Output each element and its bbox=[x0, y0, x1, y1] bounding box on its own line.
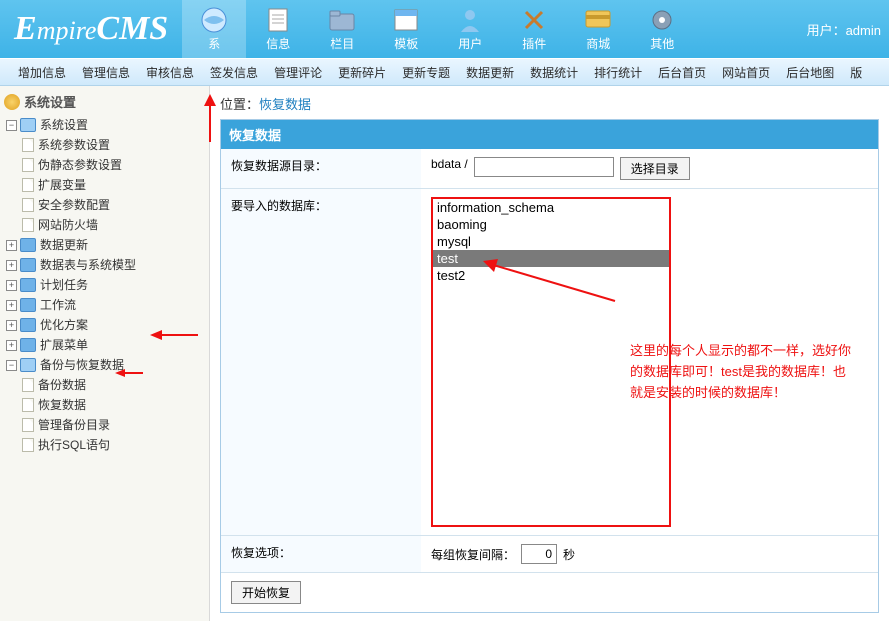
subnav-manage[interactable]: 管理信息 bbox=[82, 64, 130, 81]
plugin-icon bbox=[520, 7, 548, 33]
file-icon bbox=[22, 378, 34, 392]
tree-workflow[interactable]: +工作流 bbox=[6, 295, 205, 315]
db-option[interactable]: baoming bbox=[433, 216, 669, 233]
tree-data-model[interactable]: +数据表与系统模型 bbox=[6, 255, 205, 275]
db-label: 要导入的数据库： bbox=[221, 189, 421, 535]
tree-item[interactable]: 系统参数设置 bbox=[22, 135, 205, 155]
top-bar: EmpireCMS 系 信息 栏目 模板 用户 插件 商城 bbox=[0, 0, 889, 58]
subnav-issue[interactable]: 签发信息 bbox=[210, 64, 258, 81]
panel-title: 恢复数据 bbox=[221, 120, 878, 149]
subnav-stats[interactable]: 数据统计 bbox=[530, 64, 578, 81]
sidebar-tree: −系统设置 系统参数设置 伪静态参数设置 扩展变量 安全参数配置 网站防火墙 +… bbox=[4, 115, 205, 455]
tree-optimize[interactable]: +优化方案 bbox=[6, 315, 205, 335]
annotation-text: 这里的每个人显示的都不一样，选好你 的数据库即可！test是我的数据库！也 就是… bbox=[630, 341, 851, 403]
tree-ext-menu[interactable]: +扩展菜单 bbox=[6, 335, 205, 355]
tree-backup-restore[interactable]: −备份与恢复数据 bbox=[6, 355, 205, 375]
tree-item-backup-dir[interactable]: 管理备份目录 bbox=[22, 415, 205, 435]
tree-item[interactable]: 伪静态参数设置 bbox=[22, 155, 205, 175]
document-icon bbox=[264, 7, 292, 33]
nav-info[interactable]: 信息 bbox=[246, 0, 310, 58]
folder-icon bbox=[20, 238, 36, 252]
file-icon bbox=[22, 178, 34, 192]
browse-button[interactable]: 选择目录 bbox=[620, 157, 690, 180]
file-icon bbox=[22, 218, 34, 232]
user-info: 用户：admin bbox=[807, 20, 881, 39]
subnav-sitehome[interactable]: 网站首页 bbox=[722, 64, 770, 81]
subnav-comment[interactable]: 管理评论 bbox=[274, 64, 322, 81]
main-nav: 系 信息 栏目 模板 用户 插件 商城 其他 bbox=[182, 0, 694, 58]
subnav-ver[interactable]: 版 bbox=[850, 64, 862, 81]
window-icon bbox=[392, 7, 420, 33]
folder-icon bbox=[20, 278, 36, 292]
tree-item-sql[interactable]: 执行SQL语句 bbox=[22, 435, 205, 455]
file-icon bbox=[22, 158, 34, 172]
sidebar: 系统设置 −系统设置 系统参数设置 伪静态参数设置 扩展变量 安全参数配置 网站… bbox=[0, 86, 210, 621]
breadcrumb: 位置：恢复数据 bbox=[220, 94, 879, 113]
src-dir-input[interactable] bbox=[474, 157, 614, 177]
tree-item-restore[interactable]: 恢复数据 bbox=[22, 395, 205, 415]
nav-other[interactable]: 其他 bbox=[630, 0, 694, 58]
tree-system-settings[interactable]: −系统设置 bbox=[6, 115, 205, 135]
subnav-map[interactable]: 后台地图 bbox=[786, 64, 834, 81]
logo: EmpireCMS bbox=[0, 10, 182, 48]
subnav-add[interactable]: 增加信息 bbox=[18, 64, 66, 81]
file-icon bbox=[22, 398, 34, 412]
opt-label: 恢复选项： bbox=[221, 536, 421, 572]
tree-item[interactable]: 网站防火墙 bbox=[22, 215, 205, 235]
card-icon bbox=[584, 7, 612, 33]
db-option-selected[interactable]: test bbox=[433, 250, 669, 267]
gear-icon bbox=[4, 94, 20, 110]
user-icon bbox=[456, 7, 484, 33]
subnav-dataupdate[interactable]: 数据更新 bbox=[466, 64, 514, 81]
folder-open-icon bbox=[20, 118, 36, 132]
globe-icon bbox=[200, 7, 228, 33]
db-option[interactable]: information_schema bbox=[433, 199, 669, 216]
content: 位置：恢复数据 恢复数据 恢复数据源目录： bdata / 选择目录 要导入的数… bbox=[210, 86, 889, 621]
file-icon bbox=[22, 418, 34, 432]
nav-column[interactable]: 栏目 bbox=[310, 0, 374, 58]
tree-item[interactable]: 安全参数配置 bbox=[22, 195, 205, 215]
folder-icon bbox=[20, 338, 36, 352]
subnav-fragment[interactable]: 更新碎片 bbox=[338, 64, 386, 81]
src-dir-label: 恢复数据源目录： bbox=[221, 149, 421, 188]
nav-plugin[interactable]: 插件 bbox=[502, 0, 566, 58]
db-option[interactable]: test2 bbox=[433, 267, 669, 284]
nav-user[interactable]: 用户 bbox=[438, 0, 502, 58]
folder-icon bbox=[20, 258, 36, 272]
submit-button[interactable]: 开始恢复 bbox=[231, 581, 301, 604]
subnav-adminhome[interactable]: 后台首页 bbox=[658, 64, 706, 81]
tree-data-update[interactable]: +数据更新 bbox=[6, 235, 205, 255]
tree-item-backup[interactable]: 备份数据 bbox=[22, 375, 205, 395]
file-icon bbox=[22, 198, 34, 212]
subnav-review[interactable]: 审核信息 bbox=[146, 64, 194, 81]
tree-cron[interactable]: +计划任务 bbox=[6, 275, 205, 295]
nav-shop[interactable]: 商城 bbox=[566, 0, 630, 58]
file-icon bbox=[22, 438, 34, 452]
file-icon bbox=[22, 138, 34, 152]
subnav-rank[interactable]: 排行统计 bbox=[594, 64, 642, 81]
src-prefix: bdata / bbox=[431, 157, 468, 171]
folder-icon bbox=[20, 318, 36, 332]
subnav-topic[interactable]: 更新专题 bbox=[402, 64, 450, 81]
sub-nav: 增加信息 管理信息 审核信息 签发信息 管理评论 更新碎片 更新专题 数据更新 … bbox=[0, 58, 889, 86]
interval-input[interactable] bbox=[521, 544, 557, 564]
gear-icon bbox=[648, 7, 676, 33]
interval-unit: 秒 bbox=[563, 546, 575, 563]
interval-label: 每组恢复间隔： bbox=[431, 546, 515, 563]
sidebar-title: 系统设置 bbox=[4, 92, 205, 111]
folder-icon bbox=[20, 298, 36, 312]
nav-template[interactable]: 模板 bbox=[374, 0, 438, 58]
folder-icon bbox=[328, 7, 356, 33]
folder-open-icon bbox=[20, 358, 36, 372]
db-option[interactable]: mysql bbox=[433, 233, 669, 250]
tree-item[interactable]: 扩展变量 bbox=[22, 175, 205, 195]
nav-system[interactable]: 系 bbox=[182, 0, 246, 58]
